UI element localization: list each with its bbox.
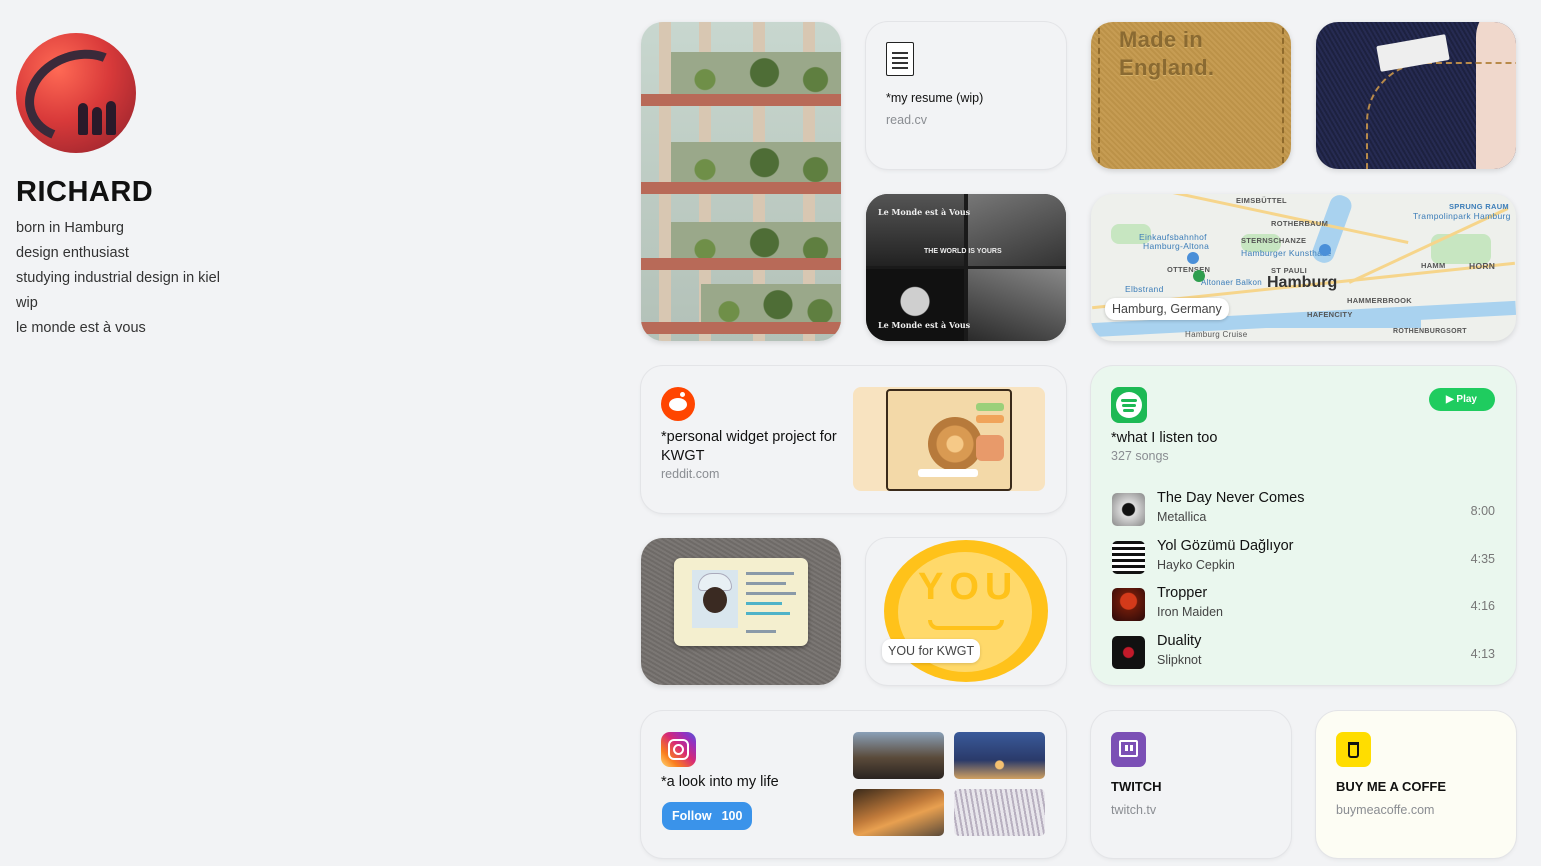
- bio-line: design enthusiast: [16, 245, 129, 261]
- you-label-pill: YOU for KWGT: [882, 639, 981, 663]
- building-photo-card[interactable]: [641, 22, 841, 341]
- instagram-thumb[interactable]: [954, 732, 1045, 779]
- track-title: The Day Never Comes: [1157, 490, 1305, 506]
- map-card[interactable]: EIMSBÜTTEL SPRUNG RAUM Trampolinpark Ham…: [1091, 194, 1516, 341]
- track-row[interactable]: Tropper Iron Maiden 4:16: [1112, 585, 1495, 625]
- monde-caption: Le Monde est à Vous: [878, 207, 971, 217]
- track-artist: Iron Maiden: [1157, 605, 1224, 619]
- jeans-photo-card[interactable]: [1316, 22, 1516, 169]
- map-location-pill: Hamburg, Germany: [1105, 298, 1229, 320]
- track-artist: Metallica: [1157, 510, 1207, 524]
- instagram-thumb[interactable]: [954, 789, 1045, 836]
- profile-avatar: [16, 33, 136, 153]
- track-title: Duality: [1157, 633, 1202, 649]
- map-pin-icon: [1187, 252, 1199, 264]
- monde-caption: THE WORLD IS YOURS: [924, 248, 1002, 255]
- follow-count: 100: [721, 809, 743, 823]
- resume-title: *my resume (wip): [886, 91, 984, 105]
- resume-source: read.cv: [886, 113, 927, 127]
- coffee-cup-icon: [1336, 732, 1371, 767]
- track-row[interactable]: Yol Gözümü Dağlıyor Hayko Cepkin 4:35: [1112, 538, 1495, 578]
- map-pin-icon: [1193, 270, 1205, 282]
- you-big-text: YOU: [918, 566, 1019, 608]
- album-art: [1112, 588, 1145, 621]
- document-icon: [886, 42, 914, 76]
- monde-caption: Le Monde est à Vous: [878, 320, 971, 330]
- england-text: Made in England.: [1119, 27, 1215, 80]
- reddit-title: *personal widget project for KWGT: [661, 429, 837, 464]
- reddit-icon: [661, 387, 695, 421]
- twitch-card[interactable]: TWITCH twitch.tv: [1091, 711, 1291, 858]
- bio-line: born in Hamburg: [16, 220, 124, 236]
- resume-card[interactable]: *my resume (wip) read.cv: [866, 22, 1066, 169]
- instagram-icon: [661, 732, 696, 767]
- buy-me-a-coffee-card[interactable]: BUY ME A COFFE buymeacoffe.com: [1316, 711, 1516, 858]
- instagram-card[interactable]: *a look into my life Follow 100: [641, 711, 1066, 858]
- track-artist: Slipknot: [1157, 653, 1202, 667]
- album-art: [1112, 493, 1145, 526]
- map-city-label: Hamburg: [1267, 274, 1338, 291]
- track-row[interactable]: The Day Never Comes Metallica 8:00: [1112, 490, 1495, 530]
- made-in-england-card[interactable]: Made in England.: [1091, 22, 1291, 169]
- track-duration: 8:00: [1470, 504, 1495, 518]
- album-art: [1112, 636, 1145, 669]
- track-duration: 4:13: [1470, 647, 1495, 661]
- bio-line: wip: [16, 295, 38, 311]
- spotify-icon: [1111, 387, 1147, 423]
- spotify-play-button[interactable]: ▶ Play: [1428, 388, 1495, 411]
- instagram-thumb[interactable]: [853, 732, 944, 779]
- profile-bio: born in Hamburg design enthusiast studyi…: [16, 219, 220, 344]
- track-duration: 4:35: [1470, 552, 1495, 566]
- track-title: Yol Gözümü Dağlıyor: [1157, 538, 1294, 554]
- you-kwgt-card[interactable]: YOU YOU for KWGT: [866, 538, 1066, 685]
- profile-name: RICHARD: [16, 176, 154, 208]
- track-artist: Hayko Cepkin: [1157, 558, 1235, 572]
- twitch-title: TWITCH: [1111, 779, 1162, 794]
- track-title: Tropper: [1157, 585, 1208, 601]
- spotify-song-count: 327 songs: [1111, 449, 1169, 463]
- id-card-photo-card[interactable]: [641, 538, 841, 685]
- spotify-title: *what I listen too: [1111, 430, 1218, 446]
- album-art: [1112, 541, 1145, 574]
- track-duration: 4:16: [1470, 599, 1495, 613]
- twitch-source: twitch.tv: [1111, 803, 1157, 817]
- follow-button[interactable]: Follow 100: [662, 802, 753, 830]
- bio-line: studying industrial design in kiel: [16, 270, 220, 286]
- bio-line: le monde est à vous: [16, 320, 146, 336]
- track-row[interactable]: Duality Slipknot 4:13: [1112, 633, 1495, 673]
- spotify-card[interactable]: ▶ Play *what I listen too 327 songs The …: [1091, 366, 1516, 685]
- le-monde-collage-card[interactable]: Le Monde est à Vous THE WORLD IS YOURS L…: [866, 194, 1066, 341]
- reddit-preview-image: [853, 387, 1045, 491]
- map-pin-icon: [1319, 244, 1331, 256]
- instagram-thumb[interactable]: [853, 789, 944, 836]
- twitch-icon: [1111, 732, 1146, 767]
- coffee-source: buymeacoffe.com: [1336, 803, 1435, 817]
- reddit-card[interactable]: *personal widget project for KWGT reddit…: [641, 366, 1066, 513]
- coffee-title: BUY ME A COFFE: [1336, 779, 1447, 794]
